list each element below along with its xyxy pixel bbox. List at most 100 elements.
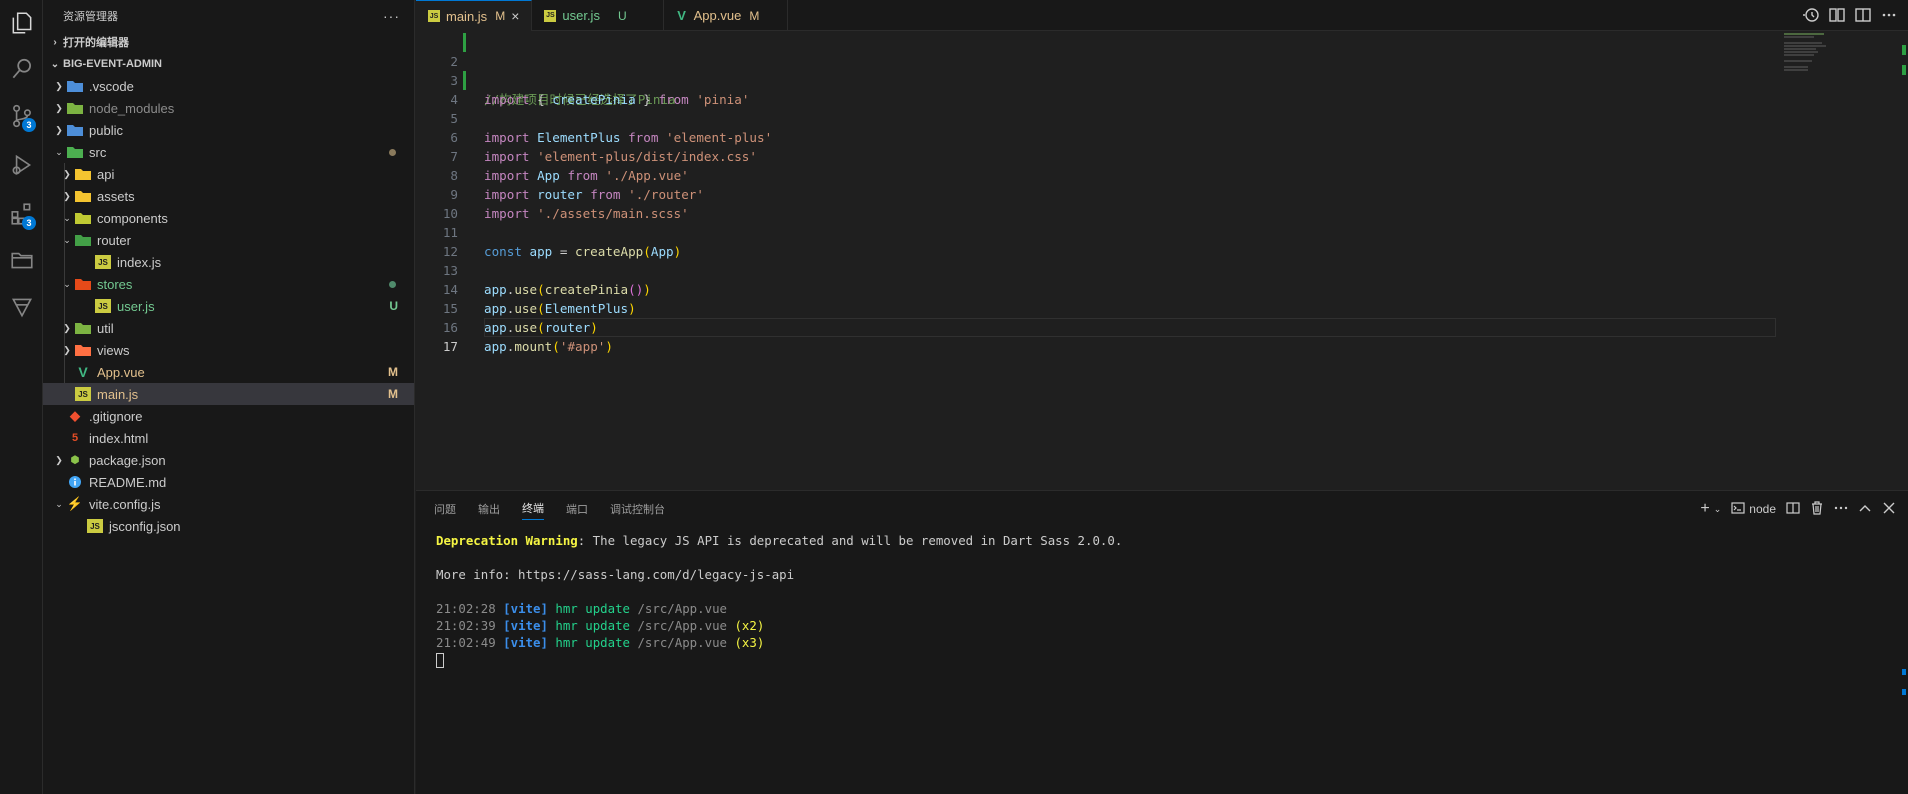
tree-label: .gitignore xyxy=(89,408,143,424)
tab-problems[interactable]: 问题 xyxy=(434,498,456,520)
tree-folder-router[interactable]: ⌄ router xyxy=(43,229,414,251)
terminal-time: 21:02:28 xyxy=(436,601,496,616)
close-panel-icon[interactable] xyxy=(1882,501,1896,518)
tree-folder-components[interactable]: ⌄ components xyxy=(43,207,414,229)
terminal-count: (x2) xyxy=(734,618,765,633)
tree-file-gitignore[interactable]: ◆ .gitignore xyxy=(43,405,414,427)
minimap[interactable] xyxy=(1784,33,1836,73)
tree-label: public xyxy=(89,122,123,138)
stores-folder-icon xyxy=(75,277,91,291)
trash-icon[interactable] xyxy=(1810,500,1824,518)
folder-icon[interactable] xyxy=(0,237,43,283)
terminal-warning-text: : The legacy JS API is deprecated and wi… xyxy=(577,533,1123,548)
tab-ports[interactable]: 端口 xyxy=(566,498,588,520)
tab-user-js[interactable]: JS user.js U xyxy=(532,0,664,31)
tree-file-jsconfig[interactable]: JS jsconfig.json xyxy=(43,515,414,537)
terminal-tag: [vite] xyxy=(503,618,548,633)
js-file-icon: JS xyxy=(75,387,91,401)
terminal-tag: [vite] xyxy=(503,601,548,616)
tree-file-package-json[interactable]: ❯ ⬢ package.json xyxy=(43,449,414,471)
tab-main-js[interactable]: JS main.js M × xyxy=(416,0,533,31)
chevron-right-icon: ❯ xyxy=(55,454,63,465)
tree-file-index-html[interactable]: 5 index.html xyxy=(43,427,414,449)
tree-file-router-index[interactable]: JS index.js xyxy=(43,251,414,273)
tree-folder-api[interactable]: ❯ api xyxy=(43,163,414,185)
terminal-shell-name[interactable]: node xyxy=(1749,502,1776,516)
git-file-icon: ◆ xyxy=(70,408,80,423)
maximize-panel-icon[interactable] xyxy=(1858,501,1872,518)
tree-folder-public[interactable]: ❯ public xyxy=(43,119,414,141)
tree-file-app-vue[interactable]: V App.vue M xyxy=(43,361,414,383)
modified-status: M xyxy=(388,387,398,401)
tree-folder-stores[interactable]: ⌄ stores xyxy=(43,273,414,295)
more-actions-icon[interactable] xyxy=(1834,501,1848,518)
node-folder-icon xyxy=(67,101,83,115)
code-line: 7 import App from './App.vue' xyxy=(416,128,1776,183)
timeline-icon[interactable] xyxy=(1802,6,1820,24)
untracked-status: U xyxy=(389,299,398,313)
more-actions-icon[interactable]: ··· xyxy=(383,8,400,24)
search-icon[interactable] xyxy=(0,46,43,92)
tree-folder-util[interactable]: ❯ util xyxy=(43,317,414,339)
code-line: 6 import 'element-plus/dist/index.css' xyxy=(416,109,1776,164)
tree-folder-vscode[interactable]: ❯ .vscode xyxy=(43,75,414,97)
scrollbar-marker xyxy=(1902,689,1906,695)
extensions-icon[interactable]: 3 xyxy=(0,191,43,237)
token: app xyxy=(484,339,507,354)
split-editor-icon[interactable] xyxy=(1854,6,1872,24)
testing-icon[interactable] xyxy=(0,284,43,330)
components-folder-icon xyxy=(75,211,91,225)
tab-app-vue[interactable]: V App.vue M xyxy=(664,0,789,31)
tree-file-vite-config[interactable]: ⌄ ⚡ vite.config.js xyxy=(43,493,414,515)
untracked-dot xyxy=(389,280,396,288)
assets-folder-icon xyxy=(75,189,91,203)
tree-folder-views[interactable]: ❯ views xyxy=(43,339,414,361)
code-line: 11 const app = createApp(App) xyxy=(416,204,1776,259)
tree-folder-node-modules[interactable]: ❯ node_modules xyxy=(43,97,414,119)
terminal-shell-icon xyxy=(1731,501,1745,518)
tab-output[interactable]: 输出 xyxy=(478,498,500,520)
chevron-down-icon[interactable]: ⌄ xyxy=(1714,504,1722,515)
source-control-icon[interactable]: 3 xyxy=(0,93,43,139)
tab-modified-indicator: M xyxy=(495,9,506,23)
terminal-path: /src/App.vue xyxy=(637,601,727,616)
tab-debug-console[interactable]: 调试控制台 xyxy=(610,498,665,520)
tree-file-main-js[interactable]: JS main.js M xyxy=(43,383,414,405)
tab-terminal[interactable]: 终端 xyxy=(522,497,544,520)
terminal-msg: hmr update xyxy=(555,635,630,650)
tree-label: views xyxy=(97,342,130,358)
tab-modified-indicator: M xyxy=(749,8,760,23)
run-debug-icon[interactable] xyxy=(0,142,43,188)
compare-changes-icon[interactable] xyxy=(1828,6,1846,24)
code-editor[interactable]: 2 //构建项目时候已经选择了Pinia 3 import { createPi… xyxy=(416,31,1908,490)
public-folder-icon xyxy=(67,123,83,137)
close-icon[interactable]: × xyxy=(511,8,519,24)
terminal-output[interactable]: Deprecation Warning: The legacy JS API i… xyxy=(436,532,1122,668)
open-editors-section[interactable]: › 打开的编辑器 xyxy=(43,31,414,53)
more-actions-icon[interactable] xyxy=(1880,6,1898,24)
split-terminal-icon[interactable] xyxy=(1786,501,1800,518)
tree-label: jsconfig.json xyxy=(109,518,181,534)
tree-folder-src[interactable]: ⌄ src xyxy=(43,141,414,163)
tree-label: node_modules xyxy=(89,100,175,116)
tree-file-user-js[interactable]: JS user.js U xyxy=(43,295,414,317)
js-file-icon: JS xyxy=(544,9,557,22)
tree-label: util xyxy=(97,320,114,336)
chevron-down-icon: ⌄ xyxy=(55,498,63,509)
project-section[interactable]: ⌄ BIG-EVENT-ADMIN xyxy=(43,53,414,75)
add-terminal-icon[interactable]: + xyxy=(1700,500,1709,518)
explorer-icon[interactable] xyxy=(0,0,43,46)
chevron-down-icon: ⌄ xyxy=(55,146,63,157)
token: ( xyxy=(552,339,560,354)
tree-label: vite.config.js xyxy=(89,496,161,512)
tree-label: index.js xyxy=(117,254,162,270)
terminal-msg: hmr update xyxy=(555,601,630,616)
chevron-right-icon: ❯ xyxy=(55,80,63,91)
vue-file-icon: V xyxy=(78,364,88,380)
tree-file-readme[interactable]: README.md xyxy=(43,471,414,493)
tab-label: App.vue xyxy=(693,8,742,23)
token: '#app' xyxy=(559,339,606,354)
extensions-badge: 3 xyxy=(22,216,36,230)
activity-bar: 3 3 xyxy=(0,0,43,794)
tree-folder-assets[interactable]: ❯ assets xyxy=(43,185,414,207)
